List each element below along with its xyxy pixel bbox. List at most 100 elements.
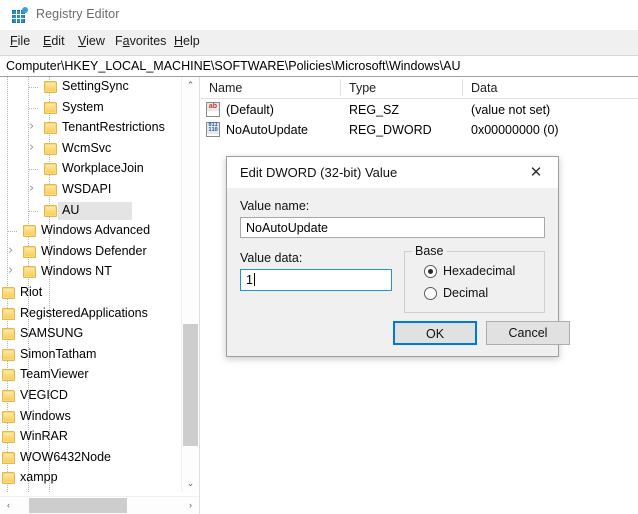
tree-vertical-scrollbar[interactable]: ⌃ ⌄: [181, 77, 199, 492]
tree-item[interactable]: WSDAPI: [0, 180, 182, 201]
chevron-right-icon[interactable]: [8, 267, 17, 276]
radio-hexadecimal-label: Hexadecimal: [443, 264, 516, 278]
folder-icon: [23, 245, 36, 258]
base-group: Base Hexadecimal Decimal: [404, 244, 545, 313]
tree-item-label: WSDAPI: [62, 181, 112, 196]
value-name-cell: (Default): [226, 103, 274, 117]
folder-icon: [23, 266, 36, 279]
menu-view[interactable]: View: [76, 34, 107, 48]
tree-item[interactable]: SettingSync: [0, 77, 182, 98]
folder-icon: [2, 307, 15, 320]
column-divider[interactable]: [462, 79, 463, 96]
folder-icon: [44, 122, 57, 135]
tree-item-label: WOW6432Node: [20, 449, 112, 464]
tree-item[interactable]: TenantRestrictions: [0, 118, 182, 139]
tree-item[interactable]: Riot: [0, 283, 182, 304]
scroll-down-icon[interactable]: ⌄: [182, 475, 199, 492]
tree-item[interactable]: Windows Advanced: [0, 221, 182, 242]
column-header-data[interactable]: Data: [471, 81, 497, 95]
tree-elbow: [29, 210, 39, 212]
value-name-text: NoAutoUpdate: [246, 221, 329, 235]
registry-tree[interactable]: SettingSync System TenantRestrictions WcmSv…: [0, 77, 182, 492]
title-bar: Registry Editor: [0, 0, 638, 30]
value-row[interactable]: 011 110 NoAutoUpdate REG_DWORD 0x00000000 (0…: [200, 120, 638, 140]
folder-icon: [2, 328, 15, 341]
tree-hscroll-thumb[interactable]: [29, 498, 127, 513]
tree-item-label: System: [62, 99, 104, 114]
tree-item[interactable]: SYSTEM: [0, 489, 182, 492]
folder-icon: [44, 163, 57, 176]
tree-item-label: VEGICD: [20, 387, 68, 402]
tree-item[interactable]: xampp: [0, 468, 182, 489]
folder-icon: [23, 225, 36, 238]
ok-button-label: OK: [425, 327, 445, 341]
values-list-header: Name Type Data: [200, 77, 638, 99]
window-title: Registry Editor: [36, 7, 120, 21]
folder-icon: [44, 142, 57, 155]
tree-item-label: WinRAR: [20, 429, 68, 444]
close-icon[interactable]: ✕: [514, 157, 558, 188]
value-data-input[interactable]: 1: [240, 269, 392, 291]
folder-icon: [2, 451, 15, 464]
cancel-button[interactable]: Cancel: [486, 321, 570, 345]
tree-item[interactable]: WcmSvc: [0, 139, 182, 160]
menu-file[interactable]: File: [8, 34, 32, 48]
folder-icon: [2, 410, 15, 423]
tree-item[interactable]: TeamViewer: [0, 365, 182, 386]
tree-item[interactable]: VEGICD: [0, 386, 182, 407]
tree-item-label: WorkplaceJoin: [62, 161, 144, 176]
tree-item[interactable]: SimonTatham: [0, 345, 182, 366]
tree-item-label: SettingSync: [62, 79, 129, 93]
tree-item[interactable]: RegisteredApplications: [0, 304, 182, 325]
menu-bar: File Edit View Favorites Help: [0, 30, 638, 53]
chevron-right-icon[interactable]: [8, 247, 17, 256]
value-type-cell: REG_SZ: [349, 103, 400, 117]
registry-editor-window: Registry Editor File Edit View Favorites…: [0, 0, 638, 514]
column-header-type[interactable]: Type: [349, 81, 376, 95]
dword-value-icon: 011 110: [206, 122, 220, 137]
dialog-title-bar: Edit DWORD (32-bit) Value ✕: [227, 157, 558, 188]
tree-item[interactable]: WOW6432Node: [0, 448, 182, 469]
column-divider[interactable]: [340, 79, 341, 96]
tree-item-label: Windows NT: [41, 264, 112, 279]
value-row[interactable]: ab (Default) REG_SZ (value not set): [200, 100, 638, 120]
chevron-right-icon[interactable]: [29, 185, 38, 194]
tree-vscroll-thumb[interactable]: [183, 324, 198, 446]
tree-item-label: xampp: [20, 470, 58, 485]
chevron-right-icon[interactable]: [29, 123, 38, 132]
tree-item-label: WcmSvc: [62, 140, 112, 155]
folder-icon: [44, 183, 57, 196]
address-bar[interactable]: Computer\HKEY_LOCAL_MACHINE\SOFTWARE\Pol…: [0, 55, 638, 77]
scroll-right-icon[interactable]: ›: [182, 497, 199, 514]
menu-edit[interactable]: Edit: [41, 34, 67, 48]
scroll-left-icon[interactable]: ‹: [0, 497, 17, 514]
folder-icon: [2, 389, 15, 402]
column-header-name[interactable]: Name: [209, 81, 242, 95]
tree-item-label: TenantRestrictions: [62, 120, 165, 135]
folder-icon: [2, 431, 15, 444]
menu-favorites[interactable]: Favorites: [113, 34, 168, 48]
tree-item[interactable]: Windows: [0, 407, 182, 428]
tree-item-label: RegisteredApplications: [20, 305, 148, 320]
tree-item[interactable]: WinRAR: [0, 427, 182, 448]
tree-item-label: Windows: [20, 408, 71, 423]
tree-item-selected[interactable]: AU: [0, 201, 182, 222]
dialog-title: Edit DWORD (32-bit) Value: [240, 165, 398, 180]
folder-icon: [44, 204, 57, 217]
tree-item[interactable]: SAMSUNG: [0, 324, 182, 345]
scroll-up-icon[interactable]: ⌃: [182, 77, 199, 94]
menu-help[interactable]: Help: [172, 34, 202, 48]
ok-button[interactable]: OK: [393, 321, 477, 345]
tree-item[interactable]: WorkplaceJoin: [0, 159, 182, 180]
chevron-right-icon[interactable]: [29, 144, 38, 153]
tree-horizontal-scrollbar[interactable]: ‹ ›: [0, 496, 199, 514]
tree-item[interactable]: Windows NT: [0, 262, 182, 283]
tree-item[interactable]: System: [0, 98, 182, 119]
registry-icon: [12, 7, 28, 23]
tree-item-label: Riot: [20, 284, 43, 299]
tree-item[interactable]: Windows Defender: [0, 242, 182, 263]
address-path: Computer\HKEY_LOCAL_MACHINE\SOFTWARE\Pol…: [6, 59, 461, 73]
cancel-button-label: Cancel: [508, 326, 548, 340]
folder-icon: [44, 81, 57, 93]
value-name-input[interactable]: NoAutoUpdate: [240, 217, 545, 238]
